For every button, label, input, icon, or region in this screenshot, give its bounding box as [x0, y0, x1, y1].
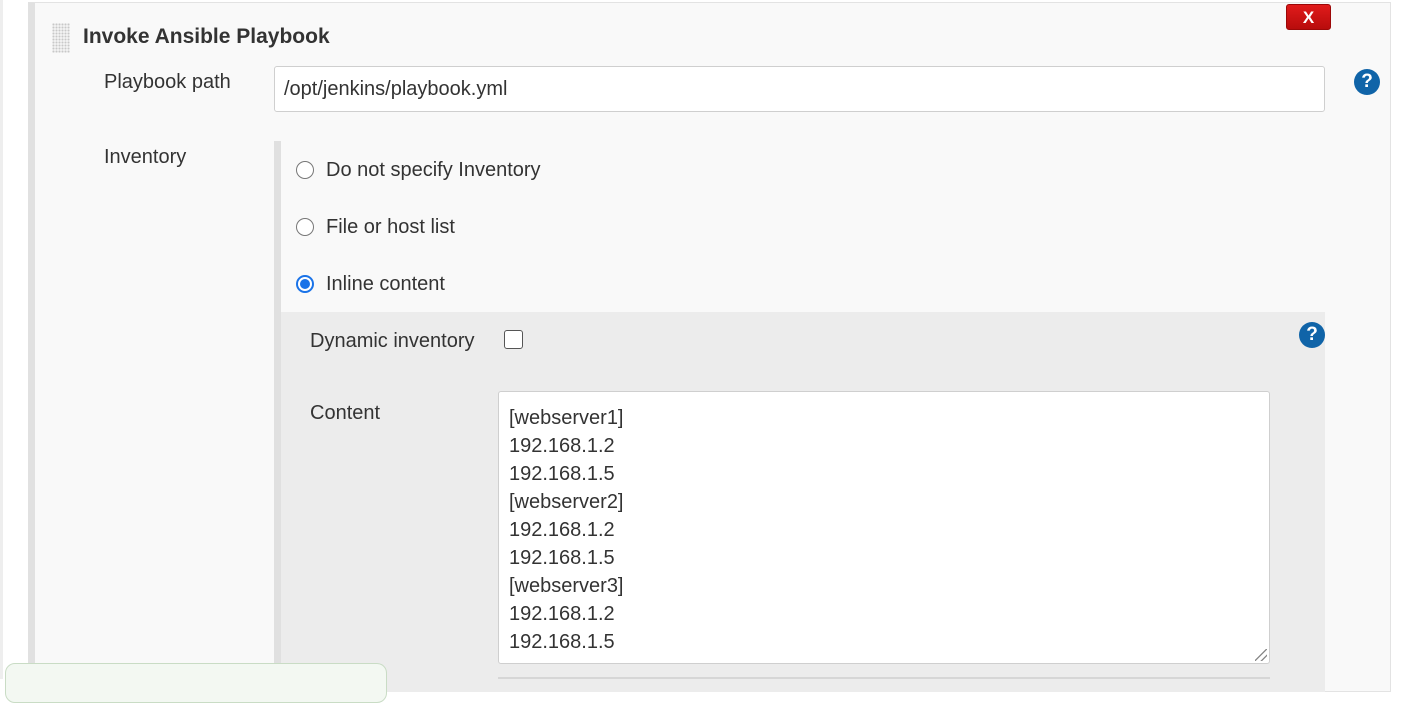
radio-label: Inline content	[326, 272, 445, 295]
content-line: 192.168.1.5	[509, 463, 615, 485]
content-line: 192.168.1.5	[509, 547, 615, 569]
content-label: Content	[310, 402, 381, 424]
dynamic-inventory-label: Dynamic inventory	[310, 330, 475, 352]
playbook-path-label: Playbook path	[104, 71, 231, 93]
question-mark-icon[interactable]: ?	[1299, 322, 1325, 348]
radio-inline-content[interactable]: Inline content	[296, 272, 445, 296]
content-line: 192.168.1.5	[509, 631, 615, 653]
content-line: 192.168.1.2	[509, 435, 615, 457]
delete-step-button[interactable]: X	[1286, 4, 1331, 30]
radio-label: File or host list	[326, 215, 455, 238]
drag-handle[interactable]	[52, 23, 70, 53]
radio-button-selected-icon[interactable]	[296, 275, 314, 293]
dynamic-inventory-checkbox[interactable]	[504, 330, 523, 349]
content-textarea[interactable]: [webserver1] 192.168.1.2 192.168.1.5 [we…	[498, 391, 1270, 664]
resize-grip-icon[interactable]	[1255, 649, 1267, 661]
content-line: [webserver2]	[509, 491, 624, 513]
content-line: [webserver1]	[509, 407, 624, 429]
radio-label: Do not specify Inventory	[326, 158, 541, 181]
playbook-path-input[interactable]: /opt/jenkins/playbook.yml	[274, 66, 1325, 112]
question-mark-icon[interactable]: ?	[1354, 69, 1380, 95]
step-title: Invoke Ansible Playbook	[83, 25, 330, 48]
radio-file-or-host-list[interactable]: File or host list	[296, 215, 455, 239]
radio-button-icon[interactable]	[296, 218, 314, 236]
radio-do-not-specify-inventory[interactable]: Do not specify Inventory	[296, 158, 541, 182]
page-left-border	[0, 0, 3, 679]
radio-button-icon[interactable]	[296, 161, 314, 179]
notification-toast	[5, 663, 387, 703]
content-line: 192.168.1.2	[509, 519, 615, 541]
inventory-label: Inventory	[104, 146, 187, 168]
content-line: [webserver3]	[509, 575, 624, 597]
content-line: 192.168.1.2	[509, 603, 615, 625]
